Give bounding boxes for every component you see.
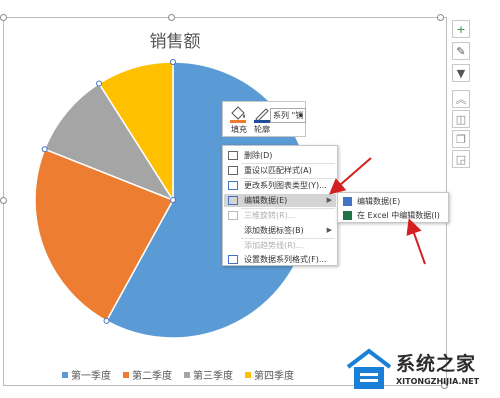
red-arrow-2	[406, 218, 426, 265]
watermark: 系统之家 XITONGZHIJIA.NET	[342, 345, 494, 393]
annotation-arrows	[328, 157, 426, 265]
house-logo-icon	[346, 348, 392, 389]
red-arrow-1	[328, 157, 372, 195]
watermark-name: 系统之家	[396, 353, 477, 375]
watermark-url: XITONGZHIJIA.NET	[396, 377, 480, 386]
